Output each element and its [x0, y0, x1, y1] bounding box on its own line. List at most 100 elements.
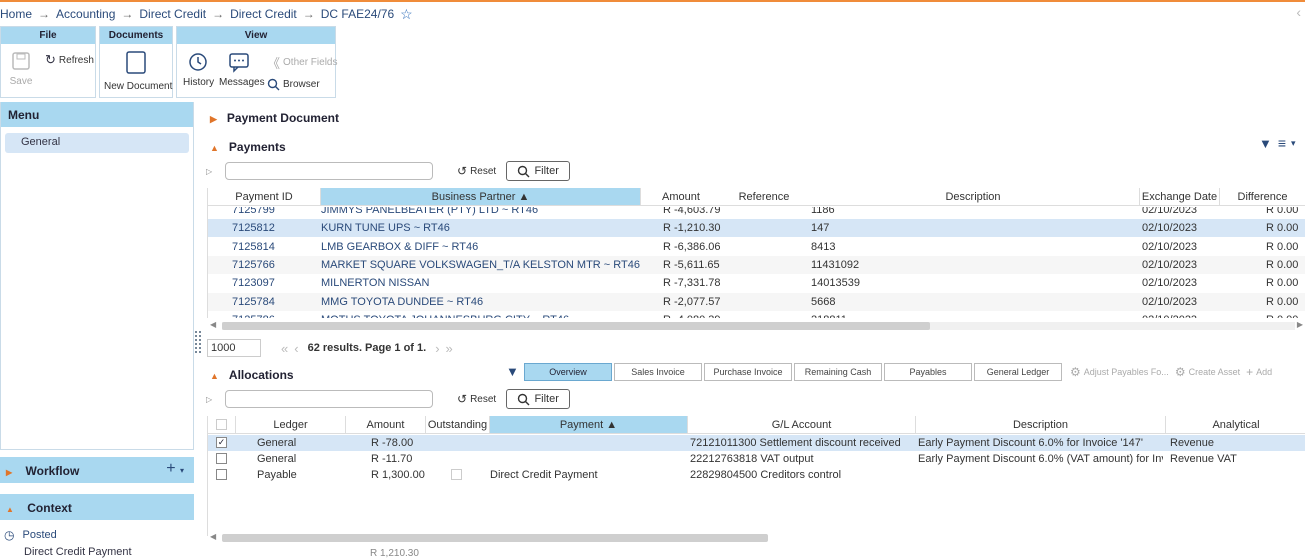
breadcrumb-current-record: DC FAE24/76 — [320, 7, 395, 21]
column-header-reference[interactable]: Reference — [721, 188, 807, 206]
table-row[interactable]: 7125812 KURN TUNE UPS ~ RT46 R -1,210.30 14… — [208, 219, 1305, 238]
row-checkbox[interactable] — [216, 468, 227, 480]
allocations-rows: ✓ General R -78.00 72121011300 Settlement d… — [208, 435, 1305, 535]
column-header-difference[interactable]: Difference — [1220, 188, 1305, 206]
column-header-outstanding[interactable]: Outstanding — [426, 416, 490, 434]
messages-button[interactable]: Messages — [219, 51, 265, 88]
column-header-amount[interactable]: Amount — [641, 188, 721, 206]
allocations-section[interactable]: ▲ Allocations — [210, 368, 294, 382]
refresh-button[interactable]: ↻ Refresh — [45, 52, 94, 68]
table-row[interactable]: Payable R 1,300.00 Direct Credit Payment 22… — [208, 467, 1305, 483]
allocations-search-input[interactable] — [225, 390, 433, 408]
previous-page-icon[interactable]: ‹ — [294, 341, 298, 356]
column-header-description[interactable]: Description — [916, 416, 1166, 434]
chevron-down-icon[interactable]: ▾ — [1291, 138, 1296, 149]
payments-horizontal-scrollbar[interactable]: ◀ ▶ — [208, 320, 1305, 332]
outstanding-checkbox[interactable] — [451, 468, 462, 480]
select-all-checkbox[interactable] — [216, 419, 227, 430]
select-all-header[interactable] — [208, 416, 236, 434]
allocations-grid: Ledger Amount Outstanding Payment ▲ G/L … — [207, 416, 1305, 536]
allocations-reset-button[interactable]: ↺ Reset — [457, 392, 496, 406]
sort-ascending-icon: ▲ — [606, 419, 618, 431]
other-fields-button[interactable]: 《 Other Fields — [267, 53, 337, 72]
context-header[interactable]: ▲ Context — [0, 494, 194, 520]
column-header-ledger[interactable]: Ledger — [236, 416, 346, 434]
last-page-icon[interactable]: » — [446, 341, 453, 356]
cell-exchange-date: 02/10/2023 — [1142, 295, 1198, 308]
menu-title: Menu — [1, 102, 193, 127]
scroll-thumb[interactable] — [222, 322, 930, 330]
allocations-horizontal-scrollbar[interactable]: ◀ — [208, 532, 1305, 544]
expand-triangle-icon[interactable]: ▷ — [206, 167, 225, 176]
payment-document-section[interactable]: ▶ Payment Document — [210, 111, 339, 125]
cell-reference: 218811 — [811, 311, 891, 318]
tab-remaining-cash[interactable]: Remaining Cash — [794, 363, 882, 381]
payments-section[interactable]: ▲ Payments — [210, 140, 286, 154]
table-row[interactable]: 7125784 MMG TOYOTA DUNDEE ~ RT46 R -2,077.… — [208, 292, 1305, 311]
favorite-star-icon[interactable]: ☆ — [400, 6, 413, 23]
cell-reference: 1186 — [811, 207, 835, 216]
expand-triangle-icon[interactable]: ▷ — [206, 395, 225, 404]
splitter-handle[interactable] — [195, 331, 201, 353]
breadcrumb-accounting[interactable]: Accounting — [56, 7, 115, 21]
row-checkbox[interactable]: ✓ — [216, 437, 227, 448]
column-header-analytical[interactable]: Analytical — [1166, 416, 1305, 434]
column-header-amount[interactable]: Amount — [346, 416, 426, 434]
cell-difference: R 0.00 — [1266, 277, 1299, 290]
table-row[interactable]: ✓ General R -78.00 72121011300 Settlement d… — [208, 435, 1305, 451]
page-size-input[interactable]: 1000 — [207, 339, 261, 357]
scroll-thumb[interactable] — [222, 534, 768, 542]
row-checkbox[interactable] — [216, 452, 227, 464]
cell-amount: R -11.70 — [371, 452, 413, 465]
allocations-filter-button[interactable]: Filter — [506, 389, 571, 409]
collapse-chevron-icon[interactable]: ‹ — [1296, 4, 1301, 20]
table-row[interactable]: 7125814 LMB GEARBOX & DIFF ~ RT46 R -6,386… — [208, 238, 1305, 256]
plus-icon: + — [1246, 365, 1254, 379]
menu-item-general[interactable]: General — [5, 133, 189, 153]
breadcrumb-home[interactable]: Home — [0, 7, 32, 21]
column-header-payment[interactable]: Payment ▲ — [490, 416, 688, 434]
list-menu-icon[interactable]: ≡ — [1278, 135, 1286, 151]
next-page-icon[interactable]: › — [435, 341, 439, 356]
other-fields-icon: 《 — [267, 56, 281, 71]
tab-purchase-invoice[interactable]: Purchase Invoice — [704, 363, 792, 381]
column-header-gl-account[interactable]: G/L Account — [688, 416, 916, 434]
first-page-icon[interactable]: « — [281, 341, 288, 356]
history-icon — [189, 53, 207, 71]
new-document-button[interactable]: New Document — [104, 51, 172, 92]
gear-icon: ⚙ — [1174, 365, 1186, 379]
table-row[interactable]: 7125766 MARKET SQUARE VOLKSWAGEN_T/A KELS… — [208, 255, 1305, 274]
allocations-funnel-icon[interactable]: ▼ — [506, 364, 519, 379]
workflow-add-icon[interactable]: + ▾ — [166, 460, 184, 478]
scroll-left-arrow-icon[interactable]: ◀ — [210, 320, 216, 329]
filter-search-icon — [518, 393, 530, 405]
browser-button[interactable]: Browser — [267, 78, 320, 91]
payments-filter-button[interactable]: Filter — [506, 161, 571, 181]
filter-label: Filter — [534, 393, 559, 405]
tab-sales-invoice[interactable]: Sales Invoice — [614, 363, 702, 381]
funnel-filter-icon[interactable]: ▼ — [1259, 136, 1272, 151]
table-row[interactable]: General R -11.70 22212763818 VAT output Ear… — [208, 451, 1305, 467]
table-row[interactable]: 7125786MOTUS TOYOTA JOHANNESBURG CITY ~ … — [208, 311, 1305, 318]
payment-header-label: Payment — [559, 419, 604, 431]
payments-reset-button[interactable]: ↺ Reset — [457, 164, 496, 178]
breadcrumb-direct-credit-window[interactable]: Direct Credit — [230, 7, 297, 21]
column-header-business-partner[interactable]: Business Partner ▲ — [321, 188, 641, 206]
tab-overview[interactable]: Overview — [524, 363, 612, 381]
column-header-exchange-date[interactable]: Exchange Date — [1140, 188, 1220, 206]
payments-rows: 7125799 JIMMYS PANELBEATER (PTY) LTD ~ RT… — [208, 207, 1305, 318]
payments-search-input[interactable] — [225, 162, 433, 180]
workflow-header[interactable]: ▶ Workflow + ▾ — [0, 457, 194, 483]
column-header-description[interactable]: Description — [807, 188, 1140, 206]
breadcrumb-direct-credit[interactable]: Direct Credit — [139, 7, 206, 21]
scroll-left-arrow-icon[interactable]: ◀ — [210, 532, 216, 541]
tab-payables[interactable]: Payables — [884, 363, 972, 381]
table-row[interactable]: 7123097 MILNERTON NISSAN R -7,331.78 140135… — [208, 274, 1305, 292]
table-row[interactable]: 7125799 JIMMYS PANELBEATER (PTY) LTD ~ RT… — [208, 207, 1305, 219]
save-button[interactable]: Save — [9, 51, 33, 87]
tab-general-ledger[interactable]: General Ledger — [974, 363, 1062, 381]
cell-gl: 22829804500 Creditors control — [690, 468, 842, 481]
scroll-right-arrow-icon[interactable]: ▶ — [1297, 320, 1303, 329]
history-button[interactable]: History — [183, 51, 214, 88]
column-header-payment-id[interactable]: Payment ID — [208, 188, 321, 206]
